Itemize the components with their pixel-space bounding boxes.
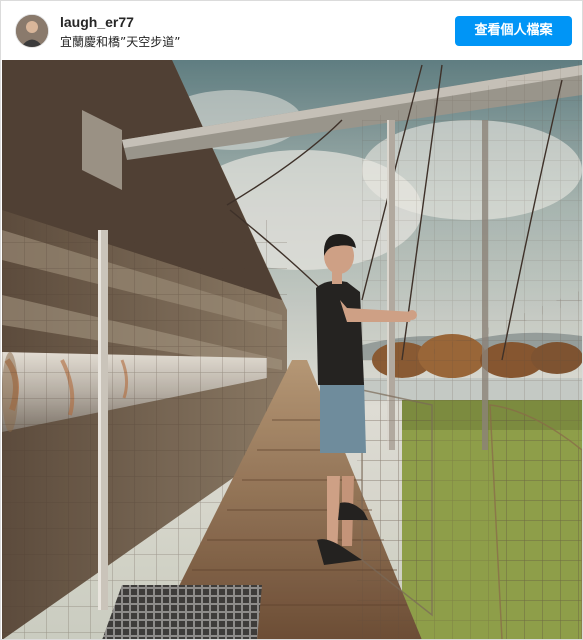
view-profile-button[interactable]: 查看個人檔案 xyxy=(455,16,572,46)
username-link[interactable]: laugh_er77 xyxy=(60,14,134,30)
location-link[interactable]: 宜蘭慶和橋”天空步道” xyxy=(60,33,180,50)
avatar-image xyxy=(16,15,48,47)
user-avatar[interactable] xyxy=(15,14,49,48)
post-photo xyxy=(2,60,582,639)
post-header: laugh_er77 宜蘭慶和橋”天空步道” 查看個人檔案 xyxy=(1,1,582,60)
post-card: laugh_er77 宜蘭慶和橋”天空步道” 查看個人檔案 xyxy=(0,0,583,640)
